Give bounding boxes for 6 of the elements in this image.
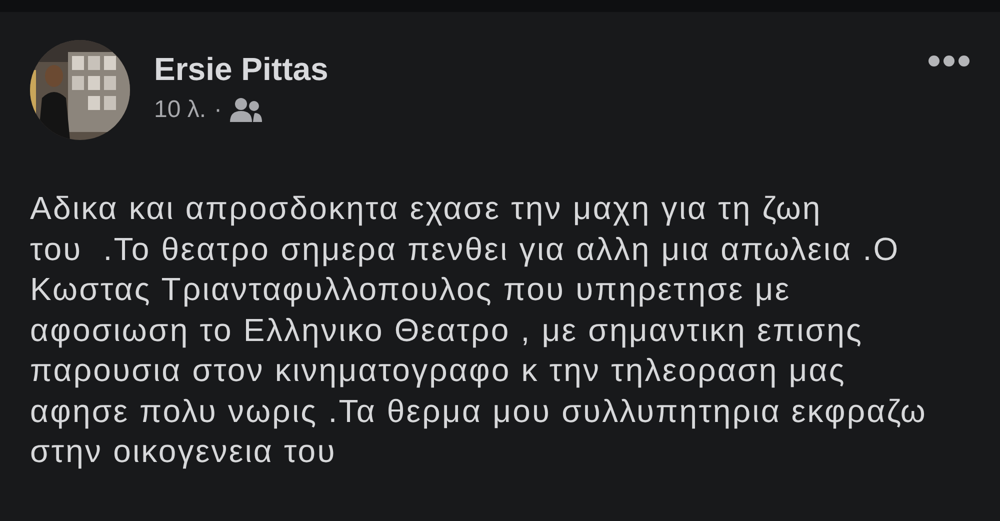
author-name[interactable]: Ersie Pittas bbox=[154, 50, 904, 88]
post-time[interactable]: 10 λ. bbox=[154, 96, 206, 124]
separator-dot: · bbox=[214, 96, 222, 124]
more-options-icon[interactable] bbox=[928, 54, 970, 68]
people-icon[interactable] bbox=[230, 96, 262, 122]
post-text: Αδικα και απροσδοκητα εχασε την μαχη για τη ζωη του .Το θεατρο σημερα πενθει για αλλη μια απωλεια .Ο Κωστας Τριανταφυλλοπουλος που υπηρετησε με αφοσιωση το Ελληνικο Θεατρο , με σημαντικη επισης παρουσια στον κινηματογραφο κ την τηλεοραση μας αφησε πολυ νωρις .Τα θερμα μου συλλυπητηρια εκφραζω στην οικογενεια του bbox=[29, 189, 928, 471]
